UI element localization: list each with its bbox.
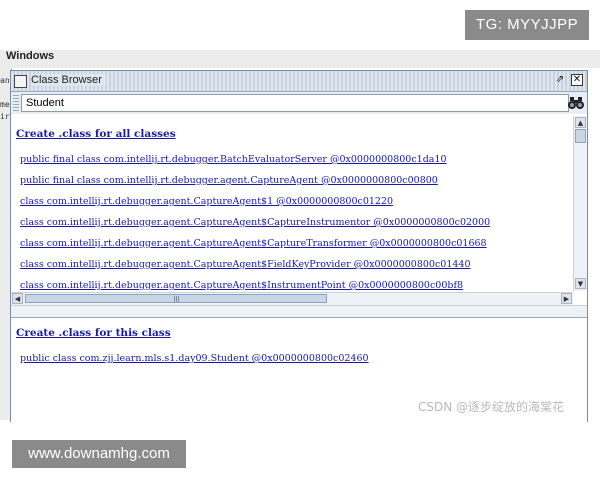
background-fragment: an [0, 76, 10, 85]
vertical-scrollbar[interactable]: ▲ ▼ [573, 116, 587, 291]
background-menu-bar [0, 50, 600, 68]
window-icon [14, 75, 27, 88]
background-menu-windows[interactable]: Windows [6, 50, 54, 62]
scroll-down-icon[interactable]: ▼ [575, 278, 586, 289]
title-bar[interactable]: Class Browser ⇗ ✕ [11, 71, 587, 92]
background-fragment: ir [0, 112, 10, 121]
csdn-watermark: CSDN @逐步绽放的海棠花 [418, 400, 565, 414]
window-title: Class Browser [31, 74, 106, 86]
search-toolbar [11, 92, 587, 114]
restore-icon[interactable]: ⇗ [554, 74, 566, 86]
class-link[interactable]: class com.intellij.rt.debugger.agent.Cap… [20, 259, 471, 270]
vertical-scroll-thumb[interactable] [575, 129, 586, 143]
scroll-up-icon[interactable]: ▲ [575, 117, 586, 128]
pane-splitter[interactable] [11, 305, 587, 317]
scroll-right-icon[interactable]: ▶ [561, 293, 572, 304]
all-classes-pane: Create .class for all classes public fin… [11, 116, 587, 304]
binoculars-icon[interactable] [567, 95, 585, 111]
site-watermark-badge: www.downamhg.com [12, 440, 186, 468]
class-link[interactable]: public final class com.intellij.rt.debug… [20, 175, 438, 186]
create-class-this-link[interactable]: Create .class for this class [16, 327, 171, 339]
scroll-thumb-grip [174, 296, 180, 302]
class-link[interactable]: public final class com.intellij.rt.debug… [20, 154, 447, 165]
class-link[interactable]: class com.intellij.rt.debugger.agent.Cap… [20, 238, 487, 249]
class-link[interactable]: class com.intellij.rt.debugger.agent.Cap… [20, 280, 463, 291]
create-class-all-link[interactable]: Create .class for all classes [16, 128, 176, 140]
search-input[interactable] [21, 94, 569, 112]
close-icon[interactable]: ✕ [571, 74, 583, 86]
class-link[interactable]: class com.intellij.rt.debugger.agent.Cap… [20, 217, 490, 228]
tg-watermark-badge: TG: MYYJJPP [465, 10, 589, 40]
horizontal-scroll-thumb[interactable] [25, 294, 327, 303]
scroll-left-icon[interactable]: ◀ [12, 293, 23, 304]
background-fragment: me [0, 100, 10, 109]
class-link[interactable]: public class com.zjj.learn.mls.s1.day09.… [20, 353, 369, 364]
toolbar-grip[interactable] [13, 95, 19, 111]
horizontal-scrollbar[interactable]: ◀ ▶ [11, 292, 573, 305]
class-browser-window: Class Browser ⇗ ✕ Create .class for all … [10, 70, 588, 422]
class-link[interactable]: class com.intellij.rt.debugger.agent.Cap… [20, 196, 393, 207]
